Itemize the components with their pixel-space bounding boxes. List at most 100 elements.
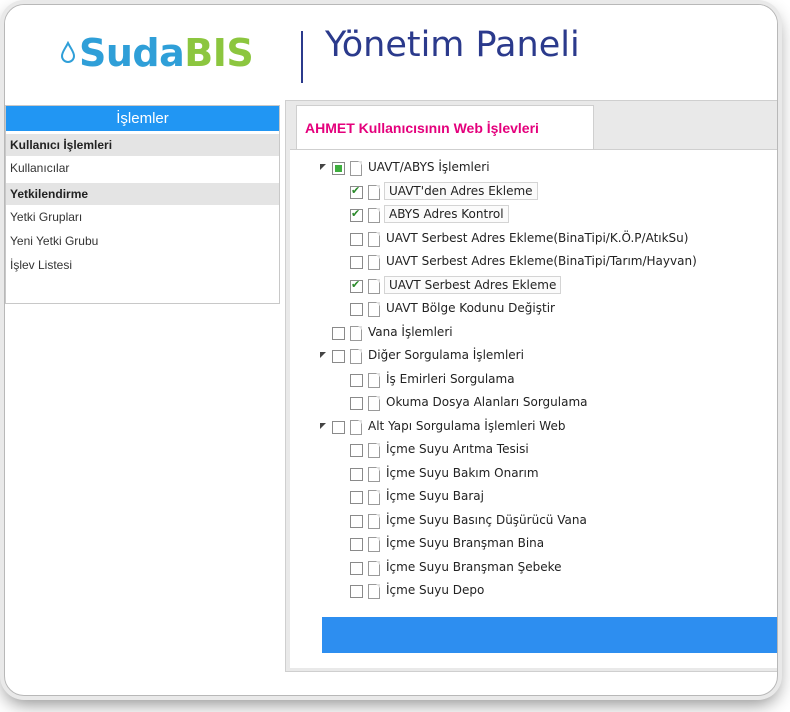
tree-node-label[interactable]: UAVT Bölge Kodunu Değiştir [384, 301, 557, 315]
main-panel: AHMET Kullanıcısının Web İşlevleri UAVT/… [285, 100, 777, 672]
sidebar-item-function-list[interactable]: İşlev Listesi [6, 253, 279, 277]
tab-content: UAVT/ABYS İşlemleri UAVT'den Adres Ekleme… [290, 149, 777, 668]
tree-node-label[interactable]: UAVT Serbest Adres Ekleme [384, 275, 562, 294]
tree-item-row[interactable]: UAVT Serbest Adres Ekleme(BinaTipi/Tarım… [320, 252, 777, 276]
tree-checkbox[interactable] [332, 162, 345, 175]
app-window: Suda BIS Yönetim Paneli İşlemler Kullanıc… [4, 4, 778, 696]
tree-checkbox[interactable] [350, 467, 363, 481]
tree-node-label[interactable]: Vana İşlemleri [366, 325, 455, 339]
document-icon [350, 161, 362, 176]
tree-checkbox[interactable] [350, 232, 363, 246]
document-icon [368, 396, 380, 411]
tree-checkbox[interactable] [350, 256, 363, 269]
water-drop-icon [60, 41, 76, 63]
tree-node-label[interactable]: İçme Suyu Baraj [384, 489, 486, 503]
tab-label: AHMET Kullanıcısının Web İşlevleri [305, 120, 539, 136]
document-icon [368, 584, 380, 599]
document-icon [350, 419, 362, 435]
tree-node-label[interactable]: İçme Suyu Branşman Bina [384, 536, 546, 550]
sidebar-section-user-operations[interactable]: Kullanıcı İşlemleri [6, 134, 279, 156]
tree-checkbox[interactable] [350, 585, 363, 598]
expand-toggle-icon[interactable] [320, 352, 326, 358]
document-icon [368, 184, 380, 200]
tree-checkbox[interactable] [350, 561, 363, 575]
logo-text-bis: BIS [184, 31, 254, 75]
tree-node-label[interactable]: UAVT Serbest Adres Ekleme(BinaTipi/Tarım… [384, 254, 699, 268]
sudabis-logo: Suda BIS [59, 31, 254, 75]
document-icon [350, 349, 362, 364]
tree-group-row[interactable]: Vana İşlemleri [320, 323, 777, 347]
tree-item-row[interactable]: ABYS Adres Kontrol [320, 205, 777, 229]
document-icon [368, 208, 380, 223]
tree-item-row[interactable]: Okuma Dosya Alanları Sorgulama [320, 393, 777, 417]
tree-node-label[interactable]: Okuma Dosya Alanları Sorgulama [384, 395, 590, 409]
tree-group-row[interactable]: UAVT/ABYS İşlemleri [320, 158, 777, 182]
tree-node-label[interactable]: İş Emirleri Sorgulama [384, 372, 517, 386]
function-tree: UAVT/ABYS İşlemleri UAVT'den Adres Ekleme… [320, 158, 777, 605]
tree-node-label[interactable]: Alt Yapı Sorgulama İşlemleri Web [366, 419, 567, 433]
sidebar-item-users[interactable]: Kullanıcılar [6, 156, 279, 180]
tree-checkbox[interactable] [350, 514, 363, 528]
tree-node-label[interactable]: ABYS Adres Kontrol [384, 205, 509, 223]
tree-item-row[interactable]: UAVT Serbest Adres Ekleme(BinaTipi/K.Ö.P… [320, 229, 777, 253]
tree-checkbox[interactable] [350, 491, 363, 504]
tree-item-row[interactable]: İçme Suyu Depo [320, 581, 777, 605]
tree-item-row[interactable]: UAVT Bölge Kodunu Değiştir [320, 299, 777, 323]
tree-node-label[interactable]: Diğer Sorgulama İşlemleri [366, 348, 526, 362]
document-icon [368, 255, 380, 270]
tree-node-label[interactable]: UAVT Serbest Adres Ekleme(BinaTipi/K.Ö.P… [384, 231, 690, 245]
document-icon [368, 231, 380, 247]
sidebar-section-authorization[interactable]: Yetkilendirme [6, 183, 279, 205]
expand-toggle-icon[interactable] [320, 422, 326, 429]
tree-item-row[interactable]: İçme Suyu Arıtma Tesisi [320, 440, 777, 464]
document-icon [368, 372, 380, 388]
document-icon [368, 490, 380, 505]
app-header: Suda BIS Yönetim Paneli [5, 5, 777, 97]
logo-text-suda: Suda [79, 31, 185, 75]
sidebar-header: İşlemler [6, 106, 279, 131]
document-icon [368, 443, 380, 458]
tree-item-row[interactable]: İçme Suyu Branşman Bina [320, 534, 777, 558]
bottom-action-bar[interactable] [322, 617, 777, 653]
tree-checkbox[interactable] [350, 207, 363, 222]
tab-user-web-functions[interactable]: AHMET Kullanıcısının Web İşlevleri [296, 105, 594, 150]
document-icon [368, 302, 380, 317]
tree-item-row[interactable]: İçme Suyu Basınç Düşürücü Vana [320, 511, 777, 535]
tree-node-label[interactable]: UAVT/ABYS İşlemleri [366, 160, 492, 174]
tree-checkbox[interactable] [350, 278, 363, 293]
sidebar-item-permission-groups[interactable]: Yetki Grupları [6, 205, 279, 229]
tree-group-row[interactable]: Diğer Sorgulama İşlemleri [320, 346, 777, 370]
document-icon [368, 537, 380, 552]
document-icon [350, 325, 362, 341]
tree-checkbox[interactable] [350, 303, 363, 316]
tree-node-label[interactable]: UAVT'den Adres Ekleme [384, 181, 538, 200]
tree-item-row[interactable]: İş Emirleri Sorgulama [320, 370, 777, 394]
document-icon [368, 560, 380, 576]
tree-node-label[interactable]: İçme Suyu Basınç Düşürücü Vana [384, 513, 589, 527]
sidebar: İşlemler Kullanıcı İşlemleri Kullanıcıla… [5, 105, 280, 304]
tree-checkbox[interactable] [350, 184, 363, 199]
header-divider [301, 31, 303, 83]
tree-checkbox[interactable] [332, 326, 345, 340]
document-icon [368, 513, 380, 529]
tree-item-row[interactable]: İçme Suyu Branşman Şebeke [320, 558, 777, 582]
tree-node-label[interactable]: İçme Suyu Depo [384, 583, 486, 597]
tree-node-label[interactable]: İçme Suyu Branşman Şebeke [384, 560, 564, 574]
tree-node-label[interactable]: İçme Suyu Bakım Onarım [384, 466, 541, 480]
tree-item-row[interactable]: UAVT Serbest Adres Ekleme [320, 275, 777, 300]
tree-checkbox[interactable] [350, 444, 363, 457]
tree-checkbox[interactable] [350, 373, 363, 387]
tree-node-label[interactable]: İçme Suyu Arıtma Tesisi [384, 442, 531, 456]
tree-checkbox[interactable] [350, 538, 363, 551]
tree-item-row[interactable]: İçme Suyu Baraj [320, 487, 777, 511]
tree-checkbox[interactable] [332, 420, 345, 434]
tree-item-row[interactable]: İçme Suyu Bakım Onarım [320, 464, 777, 488]
tree-checkbox[interactable] [332, 350, 345, 363]
tree-checkbox[interactable] [350, 397, 363, 410]
page-title: Yönetim Paneli [325, 25, 580, 65]
tree-item-row[interactable]: UAVT'den Adres Ekleme [320, 181, 777, 206]
expand-toggle-icon[interactable] [320, 164, 326, 170]
sidebar-item-new-permission-group[interactable]: Yeni Yetki Grubu [6, 229, 279, 253]
document-icon [368, 466, 380, 482]
tree-group-row[interactable]: Alt Yapı Sorgulama İşlemleri Web [320, 417, 777, 441]
